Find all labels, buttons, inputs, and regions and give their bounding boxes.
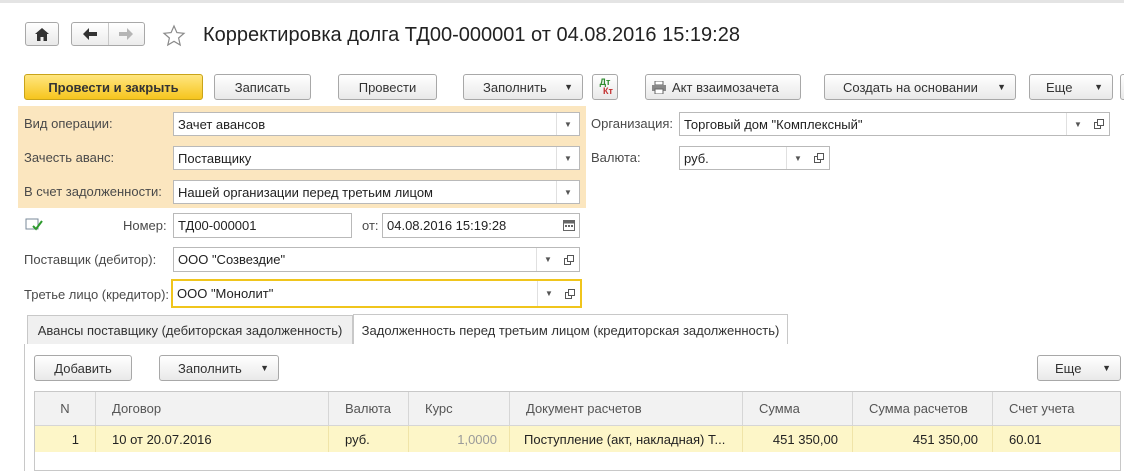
currency-value: руб.	[684, 150, 709, 166]
debt-table: N Договор Валюта Курс Документ расчетов …	[34, 391, 1121, 471]
supplier-label: Поставщик (дебитор):	[24, 252, 157, 267]
home-icon	[35, 27, 49, 41]
kt-label: Кт	[603, 86, 613, 96]
cell-sum: 451 350,00	[743, 426, 853, 452]
caret-down-icon: ▼	[1094, 82, 1103, 92]
post-button[interactable]: Провести	[338, 74, 437, 100]
dropdown-arrow-icon[interactable]: ▼	[536, 248, 559, 271]
number-label: Номер:	[123, 218, 167, 233]
more-button[interactable]: Еще ▼	[1029, 74, 1113, 100]
offset-act-button[interactable]: Акт взаимозачета	[645, 74, 801, 100]
date-input[interactable]: 04.08.2016 15:19:28	[382, 213, 580, 238]
organization-value: Торговый дом "Комплексный"	[684, 116, 863, 132]
favorite-button[interactable]	[162, 24, 186, 48]
table-fill-button[interactable]: Заполнить ▼	[159, 355, 279, 381]
open-icon[interactable]	[560, 281, 580, 306]
cell-sum-settlement: 451 350,00	[853, 426, 993, 452]
posted-status-icon	[25, 218, 43, 232]
dropdown-arrow-icon[interactable]: ▼	[537, 281, 560, 306]
dropdown-arrow-icon[interactable]: ▼	[556, 181, 579, 203]
tab-third-party-debt[interactable]: Задолженность перед третьим лицом (креди…	[353, 314, 788, 345]
offset-act-label: Акт взаимозачета	[672, 79, 779, 95]
column-header-account[interactable]: Счет учета	[993, 392, 1120, 425]
caret-down-icon: ▼	[997, 82, 1006, 92]
table-header: N Договор Валюта Курс Документ расчетов …	[35, 392, 1120, 426]
cell-rate: 1,0000	[409, 426, 510, 452]
create-based-on-button[interactable]: Создать на основании ▼	[824, 74, 1016, 100]
fill-label: Заполнить	[483, 79, 547, 95]
arrow-left-icon	[82, 28, 97, 40]
cell-n: 1	[35, 426, 96, 452]
operation-label: Вид операции:	[24, 116, 113, 131]
fill-dropdown-button[interactable]: Заполнить ▼	[463, 74, 583, 100]
dropdown-arrow-icon[interactable]: ▼	[556, 147, 579, 169]
third-party-value: ООО "Монолит"	[177, 286, 274, 301]
more-label: Еще	[1046, 79, 1073, 95]
tab-supplier-advances[interactable]: Авансы поставщику (дебиторская задолженн…	[27, 315, 353, 344]
printer-icon	[652, 80, 666, 94]
dropdown-arrow-icon[interactable]: ▼	[786, 147, 809, 169]
document-title: Корректировка долга ТД00-000001 от 04.08…	[203, 24, 740, 46]
dropdown-arrow-icon[interactable]: ▼	[1066, 113, 1089, 135]
column-header-sum-settlement[interactable]: Сумма расчетов	[853, 392, 993, 425]
advance-select[interactable]: Поставщику ▼	[173, 146, 580, 170]
table-fill-label: Заполнить	[178, 360, 242, 376]
debt-value: Нашей организации перед третьим лицом	[178, 184, 433, 200]
calendar-icon[interactable]	[559, 214, 579, 237]
operation-select[interactable]: Зачет авансов ▼	[173, 112, 580, 136]
third-party-select[interactable]: ООО "Монолит" ▼	[171, 279, 582, 308]
advance-label: Зачесть аванс:	[24, 150, 115, 165]
third-party-label: Третье лицо (кредитор):	[24, 287, 170, 302]
number-input[interactable]: ТД00-000001	[173, 213, 352, 238]
help-button[interactable]	[1120, 74, 1124, 100]
forward-button[interactable]	[109, 23, 144, 45]
column-header-document[interactable]: Документ расчетов	[510, 392, 743, 425]
back-button[interactable]	[72, 23, 109, 45]
column-header-n[interactable]: N	[35, 392, 96, 425]
date-value: 04.08.2016 15:19:28	[387, 218, 507, 233]
currency-label: Валюта:	[591, 150, 641, 165]
open-icon[interactable]	[1089, 113, 1109, 135]
number-value: ТД00-000001	[178, 218, 257, 233]
save-button[interactable]: Записать	[214, 74, 311, 100]
dt-kt-icon: Дт Кт	[597, 78, 613, 96]
home-button[interactable]	[25, 22, 59, 46]
star-icon	[162, 24, 186, 47]
caret-down-icon: ▼	[260, 363, 269, 373]
supplier-value: ООО "Созвездие"	[178, 252, 286, 267]
table-more-button[interactable]: Еще ▼	[1037, 355, 1121, 381]
supplier-select[interactable]: ООО "Созвездие" ▼	[173, 247, 580, 272]
organization-label: Организация:	[591, 116, 674, 131]
operation-value: Зачет авансов	[178, 116, 266, 132]
add-row-button[interactable]: Добавить	[34, 355, 132, 381]
dt-kt-button[interactable]: Дт Кт	[592, 74, 618, 100]
organization-select[interactable]: Торговый дом "Комплексный" ▼	[679, 112, 1110, 136]
cell-account: 60.01	[1009, 431, 1042, 447]
caret-down-icon: ▼	[564, 82, 573, 92]
date-label: от:	[362, 218, 379, 233]
column-header-currency[interactable]: Валюта	[329, 392, 409, 425]
arrow-right-icon	[119, 28, 134, 40]
column-header-rate[interactable]: Курс	[409, 392, 510, 425]
window-top-edge	[0, 0, 1124, 3]
caret-down-icon: ▼	[1102, 363, 1111, 373]
column-header-sum[interactable]: Сумма	[743, 392, 853, 425]
column-header-contract[interactable]: Договор	[96, 392, 329, 425]
open-icon[interactable]	[809, 147, 829, 169]
currency-select[interactable]: руб. ▼	[679, 146, 830, 170]
create-based-label: Создать на основании	[843, 79, 978, 95]
table-more-label: Еще	[1055, 360, 1082, 376]
advance-value: Поставщику	[178, 150, 252, 166]
dropdown-arrow-icon[interactable]: ▼	[556, 113, 579, 135]
cell-contract: 10 от 20.07.2016	[96, 426, 329, 452]
cell-currency: руб.	[329, 426, 409, 452]
post-and-close-button[interactable]: Провести и закрыть	[24, 74, 203, 100]
navigation-group	[71, 22, 145, 46]
debt-label: В счет задолженности:	[24, 184, 162, 199]
table-row[interactable]: 1 10 от 20.07.2016 руб. 1,0000 Поступлен…	[35, 426, 1120, 452]
cell-document: Поступление (акт, накладная) Т...	[510, 426, 743, 452]
debt-select[interactable]: Нашей организации перед третьим лицом ▼	[173, 180, 580, 204]
open-icon[interactable]	[559, 248, 579, 271]
